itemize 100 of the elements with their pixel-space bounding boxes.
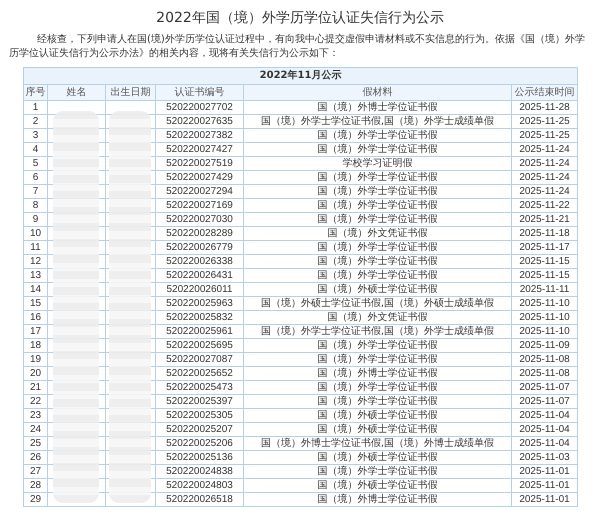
table-cell: 2025-11-15 [512, 254, 578, 268]
table-cell: 520220026431 [156, 268, 244, 282]
table-cell: 国（境）外博士学位证书假,国（境）外博士成绩单假 [244, 436, 512, 450]
table-cell: 国（境）外硕士学位证书假 [244, 450, 512, 464]
table-cell: 520220025305 [156, 408, 244, 422]
table-cell: 24 [24, 422, 48, 436]
column-header: 出生日期 [106, 84, 156, 100]
table-cell: 国（境）外学士学位证书假 [244, 184, 512, 198]
table-cell: 29 [24, 492, 48, 506]
table-cell: 2025-11-07 [512, 394, 578, 408]
page-title: 2022年国（境）外学历学位认证失信行为公示 [155, 9, 445, 28]
table-cell: 国（境）外硕士学位证书假,国（境）外硕士成绩单假 [244, 296, 512, 310]
column-header: 假材料 [244, 84, 512, 100]
table-cell: 2025-11-28 [512, 100, 578, 114]
table-cell: 4 [24, 142, 48, 156]
table-caption: 2022年11月公示 [24, 68, 578, 84]
table-cell: 国（境）外学士学位证书假 [244, 268, 512, 282]
table-cell: 国（境）外学士学位证书假 [244, 380, 512, 394]
table-cell: 国（境）外学士学位证书假 [244, 352, 512, 366]
table-cell: 5 [24, 156, 48, 170]
table-cell: 2025-11-08 [512, 366, 578, 380]
table-cell: 2025-11-07 [512, 380, 578, 394]
table-cell: 国（境）外硕士学位证书假 [244, 408, 512, 422]
table-cell: 520220027382 [156, 128, 244, 142]
table-cell: 2025-11-10 [512, 324, 578, 338]
table-cell: 520220025963 [156, 296, 244, 310]
table-cell: 2025-11-24 [512, 170, 578, 184]
table-cell: 国（境）外学士学位证书假 [244, 394, 512, 408]
column-header: 序号 [24, 84, 48, 100]
table-cell: 国（境）外学士学位证书假 [244, 240, 512, 254]
table-cell: 2025-11-21 [512, 212, 578, 226]
table-cell: 10 [24, 226, 48, 240]
table-cell: 520220027635 [156, 114, 244, 128]
table-cell: 国（境）外学士学位证书假 [244, 128, 512, 142]
table-cell: 2025-11-15 [512, 268, 578, 282]
table-cell: 520220028289 [156, 226, 244, 240]
column-header: 公示结束时间 [512, 84, 578, 100]
table-cell: 2 [24, 114, 48, 128]
table-cell: 23 [24, 408, 48, 422]
table-cell: 520220025206 [156, 436, 244, 450]
table-cell: 国（境）外学士学位证书假 [244, 338, 512, 352]
table-cell: 2025-11-18 [512, 226, 578, 240]
table-cell: 国（境）外学士学位证书假 [244, 464, 512, 478]
table-cell: 8 [24, 198, 48, 212]
table-cell: 520220027294 [156, 184, 244, 198]
table-cell: 2025-11-17 [512, 240, 578, 254]
table-cell: 国（境）外学士学位证书假 [244, 254, 512, 268]
table-cell: 国（境）外博士学位证书假 [244, 366, 512, 380]
table-cell: 520220026338 [156, 254, 244, 268]
table-cell: 21 [24, 380, 48, 394]
table-cell: 520220027702 [156, 100, 244, 114]
column-header: 认证书编号 [156, 84, 244, 100]
table-cell: 2025-11-24 [512, 156, 578, 170]
table-cell: 2025-11-11 [512, 282, 578, 296]
table-cell: 国（境）外硕士学位证书假 [244, 282, 512, 296]
table-cell: 520220026011 [156, 282, 244, 296]
table-cell: 3 [24, 128, 48, 142]
table-cell: 520220026779 [156, 240, 244, 254]
table-cell: 26 [24, 450, 48, 464]
table-cell: 2025-11-25 [512, 114, 578, 128]
intro-paragraph: 经核查，下列申请人在国(境)外学历学位认证过程中，有向我中心提交虚假申请材料或不实信息的行为。依据《国（境）外学历学位认证失信行为公示办法》的相关内容，现将有关失信行为公示如下： [9, 33, 586, 61]
table-cell: 520220027087 [156, 352, 244, 366]
table-cell: 2025-11-10 [512, 310, 578, 324]
table-cell: 520220026518 [156, 492, 244, 506]
table-cell: 13 [24, 268, 48, 282]
table-cell: 国（境）外文凭证书假 [244, 226, 512, 240]
table-cell: 20 [24, 366, 48, 380]
table-cell: 国（境）外硕士学位证书假 [244, 422, 512, 436]
table-cell: 国（境）外文凭证书假 [244, 310, 512, 324]
table-cell: 2025-11-25 [512, 128, 578, 142]
table-cell: 2025-11-01 [512, 464, 578, 478]
table-cell: 16 [24, 310, 48, 324]
table-cell: 27 [24, 464, 48, 478]
column-header: 姓名 [48, 84, 106, 100]
table-cell: 520220027429 [156, 170, 244, 184]
table-cell: 国（境）外学士学位证书假 [244, 170, 512, 184]
table-cell: 520220025207 [156, 422, 244, 436]
table-cell: 2025-11-24 [512, 184, 578, 198]
table-cell: 国（境）外学士学位证书假 [244, 198, 512, 212]
table-cell: 14 [24, 282, 48, 296]
table-cell: 520220025652 [156, 366, 244, 380]
table-cell: 2025-11-04 [512, 408, 578, 422]
table-cell: 2025-11-01 [512, 478, 578, 492]
table-cell: 国（境）外博士学位证书假 [244, 100, 512, 114]
table-cell: 6 [24, 170, 48, 184]
table-cell: 17 [24, 324, 48, 338]
table-cell: 2025-11-09 [512, 338, 578, 352]
table-cell: 520220027519 [156, 156, 244, 170]
table-cell: 国（境）外学士学位证书假 [244, 142, 512, 156]
table-cell: 2025-11-10 [512, 296, 578, 310]
table-cell: 12 [24, 254, 48, 268]
table-cell: 国（境）外学士学位证书假,国（境）外学士成绩单假 [244, 324, 512, 338]
table-cell: 9 [24, 212, 48, 226]
table-cell: 520220025397 [156, 394, 244, 408]
table-cell: 11 [24, 240, 48, 254]
table-cell: 520220025136 [156, 450, 244, 464]
table-cell: 520220027169 [156, 198, 244, 212]
table-cell: 15 [24, 296, 48, 310]
table-cell: 2025-11-08 [512, 352, 578, 366]
table-cell: 2025-11-03 [512, 450, 578, 464]
